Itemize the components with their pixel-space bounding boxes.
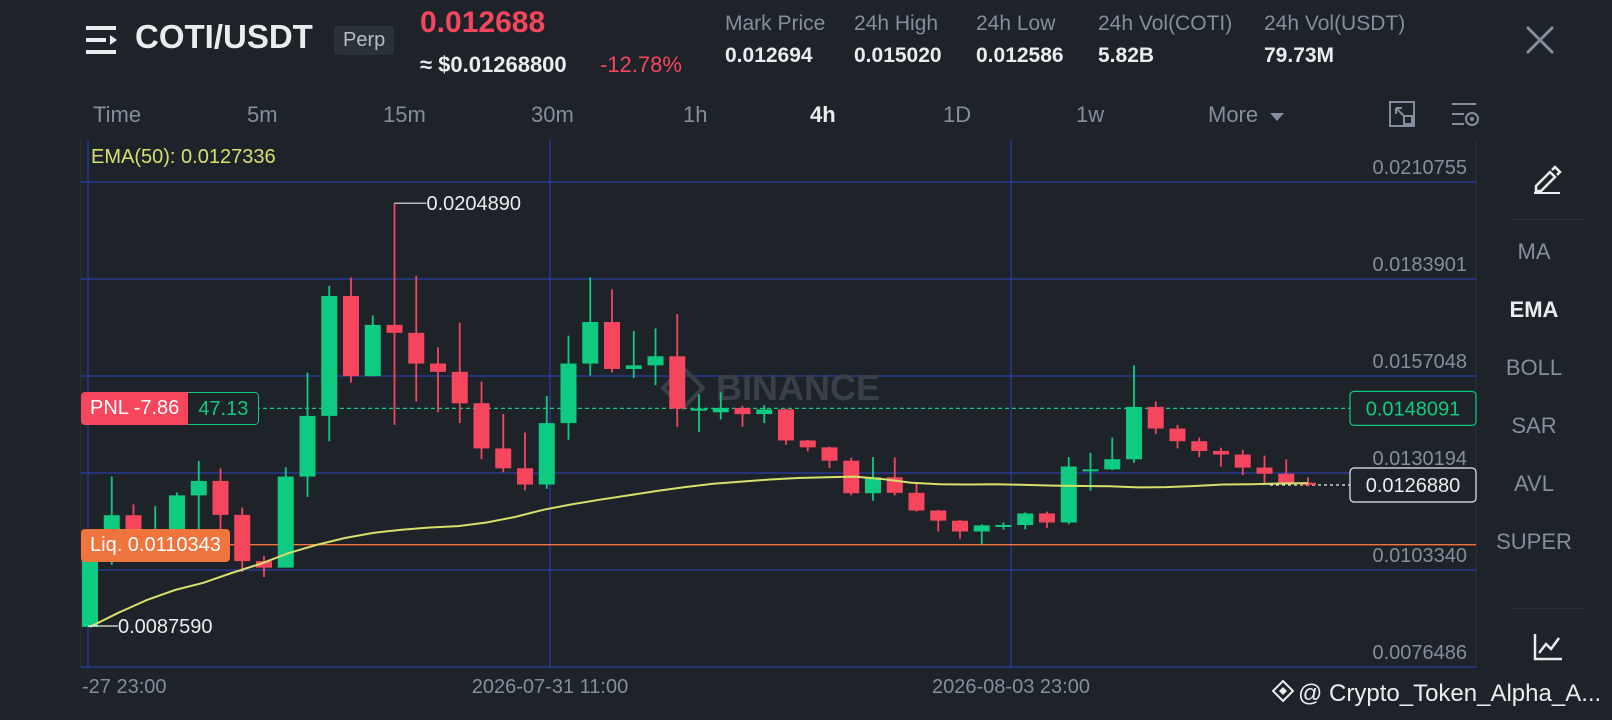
candle-body [517, 468, 533, 485]
candle-body [473, 403, 490, 449]
current-price-label: 0.0126880 [1366, 475, 1461, 497]
candle-body [299, 415, 316, 477]
binance-watermark: BINANCE [716, 367, 880, 408]
candle-body [625, 365, 642, 369]
liquidation-tag[interactable]: Liq. 0.0110343 [81, 529, 230, 562]
candle-body [669, 356, 686, 409]
credit-text: @ Crypto_Token_Alpha_A... [1298, 680, 1602, 707]
candle-body [734, 407, 751, 415]
candle-body [495, 448, 512, 469]
candle-body [930, 510, 947, 521]
candle-body [952, 520, 968, 532]
low-marker-label: 0.0087590 [118, 616, 213, 638]
candle-body [1060, 466, 1077, 523]
candle-body [1256, 467, 1273, 474]
candle-body [538, 423, 555, 485]
candle-body [1104, 459, 1121, 470]
ema-line [89, 475, 1309, 628]
candle-body [1213, 450, 1229, 455]
y-tick-label: 0.0210755 [1372, 157, 1467, 179]
y-tick-label: 0.0130194 [1372, 448, 1467, 470]
candle-body [1147, 406, 1164, 429]
candle-body [343, 295, 359, 377]
pnl-value: 47.13 [188, 392, 260, 425]
candle-body [82, 554, 98, 627]
candle-body [973, 525, 990, 532]
candle-body [408, 332, 425, 364]
candle-body [386, 324, 403, 333]
candle-body [582, 321, 599, 364]
candle-body [1278, 473, 1295, 483]
candle-body [234, 514, 251, 562]
candle-body [321, 295, 338, 416]
candle-body [364, 324, 381, 377]
y-tick-label: 0.0103340 [1372, 545, 1467, 567]
candle-body [691, 408, 707, 411]
entry-price-label: 0.0148091 [1366, 398, 1461, 420]
candle-body [908, 492, 925, 511]
candle-body [451, 371, 468, 404]
candle-body [430, 363, 446, 372]
candle-body [604, 321, 620, 369]
y-tick-label: 0.0157048 [1372, 351, 1467, 373]
candle-body [647, 356, 664, 366]
candle-body [1039, 513, 1055, 523]
ema-indicator-label: EMA(50): 0.0127336 [91, 146, 276, 168]
y-tick-label: 0.0076486 [1372, 642, 1467, 664]
x-tick-label: -27 23:00 [82, 676, 167, 698]
x-tick-label: 2026-08-03 23:00 [932, 676, 1090, 698]
candle-body [756, 409, 773, 415]
candle-body [778, 409, 794, 441]
candle-body [1017, 513, 1034, 525]
candle-body [799, 440, 816, 448]
pnl-label: PNL -7.86 [81, 392, 189, 425]
high-marker-label: 0.0204890 [427, 193, 522, 215]
candle-body [190, 480, 207, 496]
candle-body [995, 524, 1012, 527]
candle-body [1082, 469, 1099, 472]
credit-watermark: @ Crypto_Token_Alpha_A... [1271, 679, 1602, 709]
candle-body [712, 407, 729, 413]
candle-body [1126, 406, 1142, 460]
candle-body [1191, 441, 1208, 451]
candlestick-chart[interactable]: 0.0210755 0.0183901 0.0157048 0.0130194 0.01… [0, 0, 1612, 720]
candle-body [212, 480, 229, 515]
pnl-tag[interactable]: PNL -7.86 47.13 [81, 392, 260, 425]
candle-body [821, 447, 838, 461]
candle-body [560, 363, 577, 424]
y-tick-label: 0.0183901 [1372, 254, 1467, 276]
candle-body [1234, 454, 1251, 468]
candle-body [1169, 428, 1186, 442]
x-tick-label: 2026-07-31 11:00 [472, 676, 628, 698]
binance-diamond-icon [1271, 679, 1295, 709]
